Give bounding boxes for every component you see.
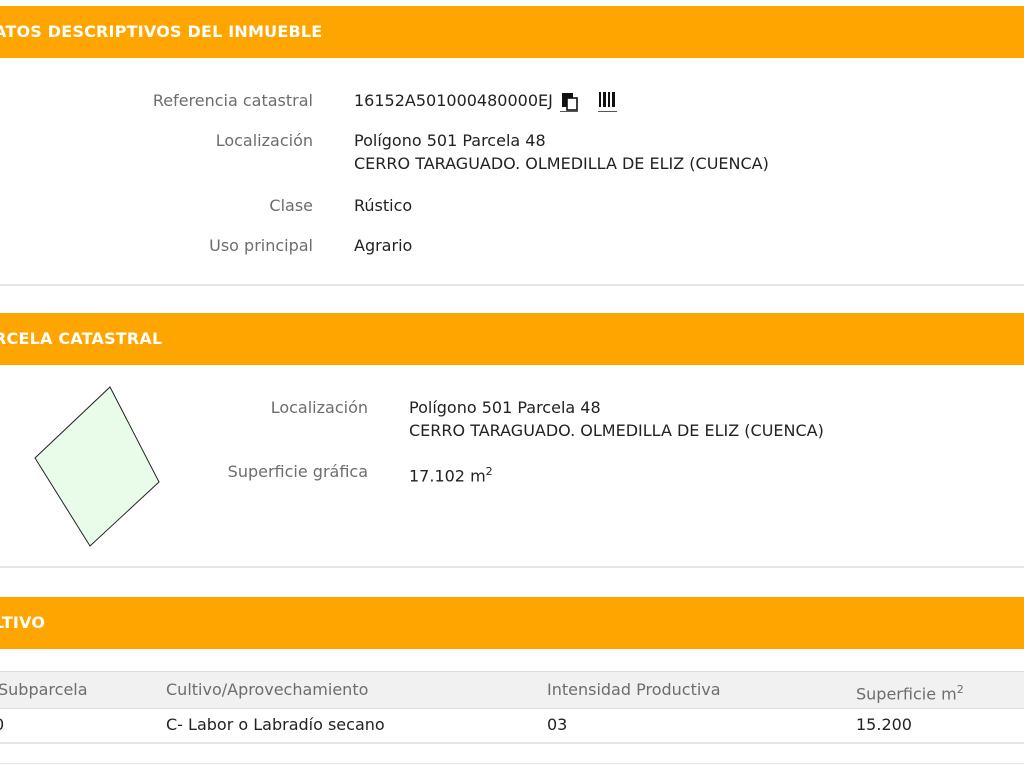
cell-intensidad: 03	[547, 715, 568, 734]
cell-cultivo: C- Labor o Labradío secano	[166, 715, 385, 734]
ref-catastral-label: Referencia catastral	[152, 91, 313, 110]
divider	[0, 284, 1024, 286]
parcela-localizacion-value: Polígono 501 Parcela 48 CERRO TARAGUADO.…	[409, 396, 824, 442]
clase-value: Rústico	[354, 196, 413, 215]
ref-catastral-value: 16152A501000480000EJ	[354, 91, 553, 110]
superficie-grafica-exp: 2	[485, 465, 493, 478]
section-title-descriptive: ATOS DESCRIPTIVOS DEL INMUEBLE	[0, 22, 323, 41]
parcela-localizacion-line-1: Polígono 501 Parcela 48	[409, 398, 601, 417]
superficie-grafica-number: 17.102 m	[409, 466, 486, 486]
cell-superficie: 15.200	[856, 715, 912, 734]
section-header-cultivo: LTIVO	[0, 597, 1024, 649]
section-header-descriptive: ATOS DESCRIPTIVOS DEL INMUEBLE	[0, 6, 1024, 58]
cell-subparcela: 0	[0, 708, 4, 742]
divider	[0, 566, 1024, 568]
divider	[0, 763, 1024, 764]
uso-principal-value: Agrario	[354, 236, 413, 255]
barcode-icon[interactable]	[598, 91, 618, 113]
localizacion-line-2: CERRO TARAGUADO. OLMEDILLA DE ELIZ (CUEN…	[354, 154, 769, 173]
superficie-grafica-label: Superficie gráfica	[227, 462, 368, 481]
col-header-intensidad: Intensidad Productiva	[547, 680, 721, 699]
col-header-superficie-exp: 2	[956, 683, 964, 696]
section-title-parcela: RCELA CATASTRAL	[0, 329, 163, 348]
localizacion-label: Localización	[215, 131, 313, 150]
table-row: 0 C- Labor o Labradío secano 03 15.200	[0, 708, 1024, 744]
section-title-cultivo: LTIVO	[0, 613, 46, 632]
cultivo-table-header: Subparcela Cultivo/Aprovechamiento Inten…	[0, 671, 1024, 709]
clase-label: Clase	[269, 196, 313, 215]
localizacion-value: Polígono 501 Parcela 48 CERRO TARAGUADO.…	[354, 129, 769, 175]
col-header-superficie-text: Superficie m	[856, 684, 957, 704]
uso-principal-label: Uso principal	[209, 236, 313, 255]
superficie-grafica-value: 17.102 m2	[409, 460, 493, 487]
copy-icon[interactable]	[560, 91, 580, 113]
catastro-page: ATOS DESCRIPTIVOS DEL INMUEBLE Referenci…	[0, 0, 1024, 768]
parcel-shape	[34, 386, 160, 547]
parcela-localizacion-label: Localización	[270, 398, 368, 417]
localizacion-line-1: Polígono 501 Parcela 48	[354, 131, 546, 150]
col-header-superficie: Superficie m2	[856, 672, 964, 712]
col-header-subparcela: Subparcela	[0, 680, 88, 699]
section-header-parcela: RCELA CATASTRAL	[0, 313, 1024, 365]
parcela-localizacion-line-2: CERRO TARAGUADO. OLMEDILLA DE ELIZ (CUEN…	[409, 421, 824, 440]
col-header-cultivo: Cultivo/Aprovechamiento	[166, 680, 369, 699]
